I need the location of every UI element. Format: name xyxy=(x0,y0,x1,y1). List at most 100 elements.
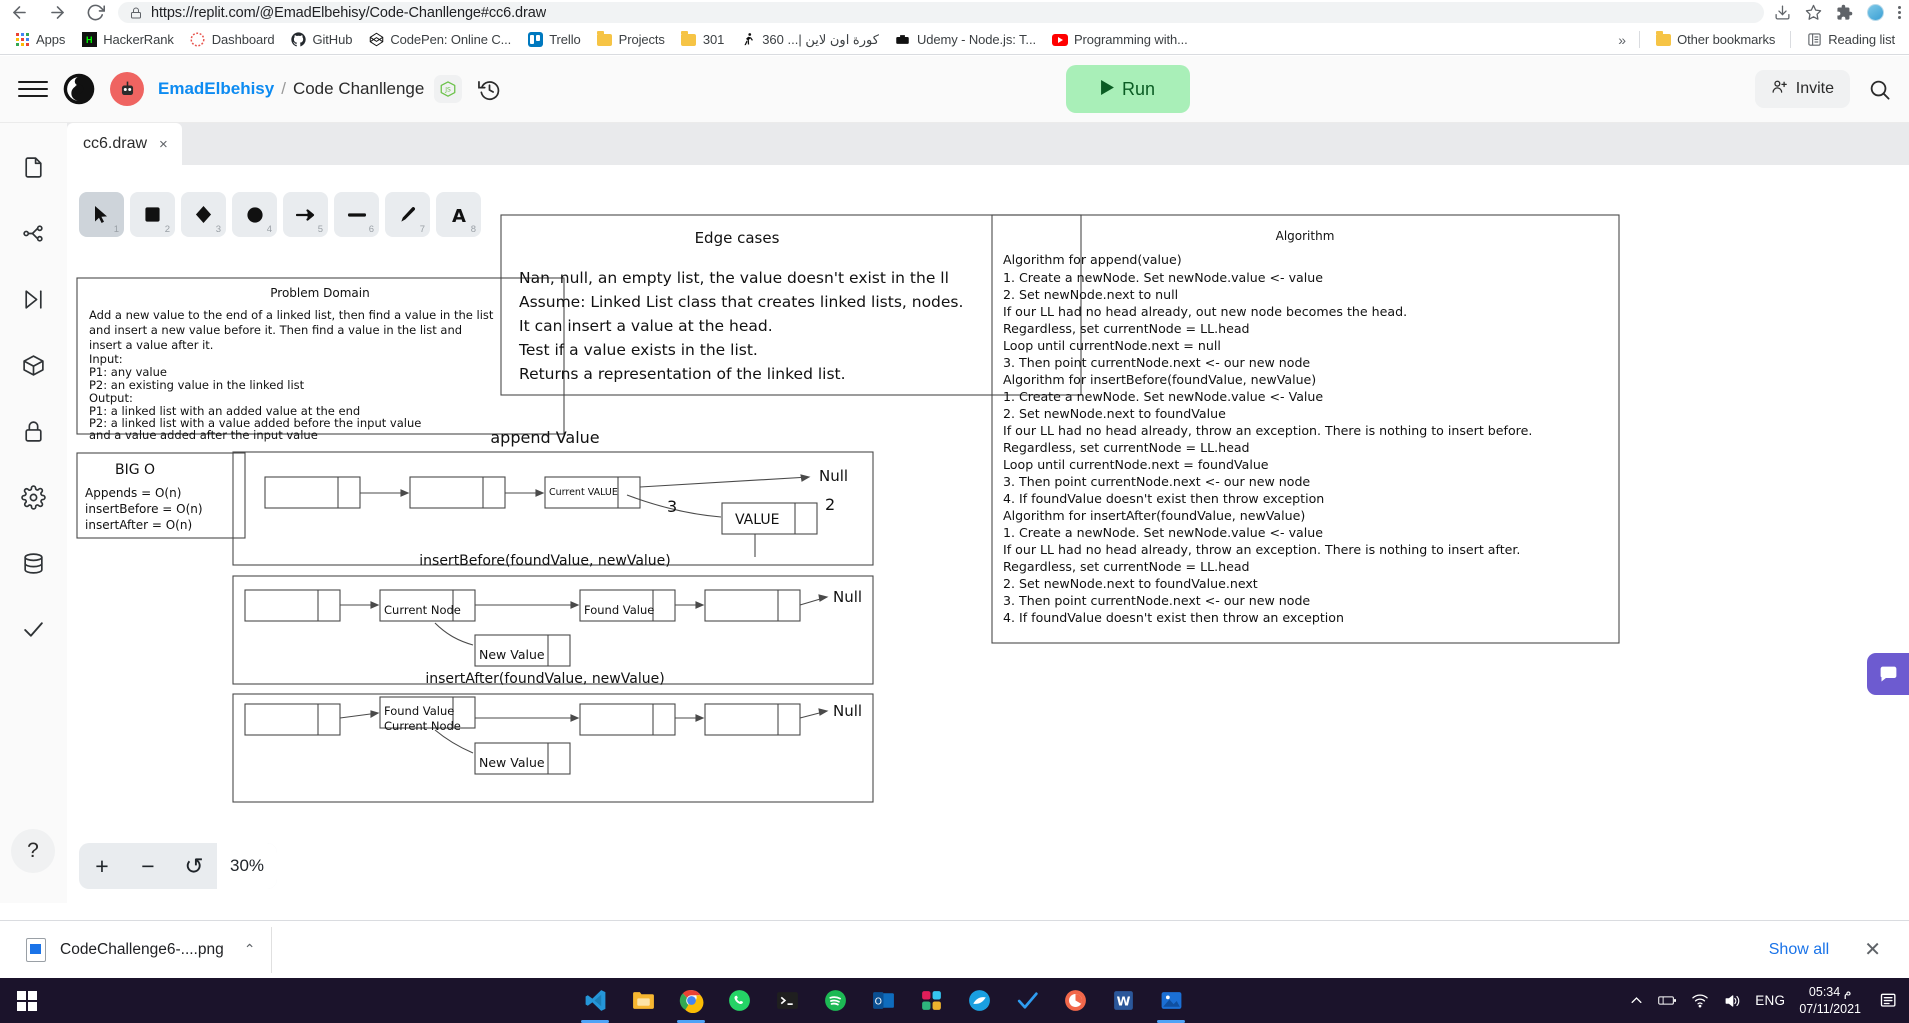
download-item[interactable]: CodeChallenge6-....png ⌃ xyxy=(16,926,273,973)
bookmark-label: كورة اون لاين |... 360 xyxy=(762,31,879,47)
github-icon xyxy=(290,32,306,48)
sidebar-item-checks[interactable] xyxy=(12,607,56,651)
install-icon[interactable] xyxy=(1774,4,1791,21)
replit-logo-icon[interactable] xyxy=(62,72,96,106)
sidebar-item-secrets[interactable] xyxy=(12,409,56,453)
close-icon[interactable]: × xyxy=(159,136,168,153)
algorithm-line: 3. Then point currentNode.next <- our ne… xyxy=(1003,355,1310,370)
taskbar-item-file-explorer[interactable] xyxy=(622,978,664,1023)
sidebar-item-files[interactable] xyxy=(12,145,56,189)
zoom-in-button[interactable]: + xyxy=(79,843,125,889)
problem-domain-line: Input: xyxy=(89,352,123,366)
run-button[interactable]: Run xyxy=(1066,65,1191,113)
algorithm-line: 3. Then point currentNode.next <- our ne… xyxy=(1003,474,1310,489)
search-icon[interactable] xyxy=(1868,78,1891,101)
show-all-button[interactable]: Show all xyxy=(1754,931,1844,969)
taskbar-item-outlook[interactable]: O xyxy=(862,978,904,1023)
breadcrumb-user[interactable]: EmadElbehisy xyxy=(158,79,274,99)
bookmark-hackerrank[interactable]: H HackerRank xyxy=(73,29,182,51)
problem-domain-line: Output: xyxy=(89,391,133,405)
problem-domain-line: and a value added after the input value xyxy=(89,428,318,442)
bookmark-kora360[interactable]: كورة اون لاين |... 360 xyxy=(732,29,887,51)
bookmark-programming-with[interactable]: Programming with... xyxy=(1044,29,1196,51)
bookmark-apps[interactable]: Apps xyxy=(6,29,73,51)
windows-start-icon[interactable] xyxy=(0,978,54,1023)
bookmark-github[interactable]: GitHub xyxy=(282,29,360,51)
algorithm-line: 3. Then point currentNode.next <- our ne… xyxy=(1003,593,1310,608)
sidebar-item-version-control[interactable] xyxy=(12,211,56,255)
bookmark-udemy[interactable]: Udemy - Node.js: T... xyxy=(887,29,1044,51)
bookmark-star-icon[interactable] xyxy=(1805,4,1822,21)
big-o-line: insertAfter = O(n) xyxy=(85,518,192,532)
hamburger-menu-icon[interactable] xyxy=(18,81,48,97)
address-bar[interactable]: https://replit.com/@EmadElbehisy/Code-Ch… xyxy=(118,2,1764,23)
sidebar-item-settings[interactable] xyxy=(12,475,56,519)
algorithm-line: 1. Create a newNode. Set newNode.value <… xyxy=(1003,525,1323,540)
other-bookmarks-label: Other bookmarks xyxy=(1677,32,1776,47)
algorithm-line: 2. Set newNode.next to null xyxy=(1003,287,1178,302)
taskbar-item-vscode[interactable] xyxy=(574,978,616,1023)
reading-list-icon xyxy=(1806,32,1822,48)
notification-icon[interactable] xyxy=(1875,991,1899,1011)
edge-cases-line: Nan, null, an empty list, the value does… xyxy=(519,269,949,287)
close-download-bar-icon[interactable]: ✕ xyxy=(1864,937,1893,962)
edge-cases-line: Returns a representation of the linked l… xyxy=(519,365,846,383)
taskbar-item-word[interactable]: W xyxy=(1102,978,1144,1023)
breadcrumb-project[interactable]: Code Chanllenge xyxy=(293,79,424,99)
reading-list-button[interactable]: Reading list xyxy=(1798,29,1903,51)
chevron-up-icon[interactable]: ⌃ xyxy=(244,941,256,958)
profile-avatar[interactable] xyxy=(1867,4,1884,21)
show-hidden-icons[interactable] xyxy=(1629,993,1644,1008)
taskbar-item-chrome[interactable] xyxy=(670,978,712,1023)
clock[interactable]: 05:34 م 07/11/2021 xyxy=(1799,984,1861,1018)
other-bookmarks-button[interactable]: Other bookmarks xyxy=(1647,29,1783,51)
tab-bar: cc6.draw × xyxy=(67,123,1909,165)
diagram-label: New Value xyxy=(479,647,545,662)
help-button[interactable]: ? xyxy=(11,829,55,873)
dashboard-icon xyxy=(190,32,206,48)
taskbar-item-terminal[interactable] xyxy=(766,978,808,1023)
extensions-puzzle-icon[interactable] xyxy=(1836,4,1853,21)
reload-button[interactable] xyxy=(76,0,114,25)
bookmark-projects[interactable]: Projects xyxy=(589,29,673,51)
bookmark-codepen[interactable]: CodePen: Online C... xyxy=(360,29,519,51)
screen: https://replit.com/@EmadElbehisy/Code-Ch… xyxy=(0,0,1909,1023)
diagram-label: New Value xyxy=(479,755,545,770)
tab-cc6-draw[interactable]: cc6.draw × xyxy=(67,123,182,165)
taskbar-apps: O W xyxy=(574,978,1192,1023)
taskbar-item-spotify[interactable] xyxy=(814,978,856,1023)
bookmark-301[interactable]: 301 xyxy=(673,29,732,51)
taskbar-item-todoist[interactable] xyxy=(1006,978,1048,1023)
sidebar-item-database[interactable] xyxy=(12,541,56,585)
sidebar-item-packages[interactable] xyxy=(12,343,56,387)
zoom-out-button[interactable]: − xyxy=(125,843,171,889)
back-button[interactable] xyxy=(0,0,38,25)
zoom-reset-button[interactable]: ↺ xyxy=(171,843,217,889)
taskbar-item-slack[interactable] xyxy=(910,978,952,1023)
chat-bubble-icon[interactable] xyxy=(1867,653,1909,695)
taskbar-item-photos[interactable] xyxy=(1150,978,1192,1023)
bookmark-dashboard[interactable]: Dashboard xyxy=(182,29,283,51)
bookmark-trello[interactable]: Trello xyxy=(519,29,588,51)
zoom-level-value: 30% xyxy=(217,843,277,889)
run-button-wrap: Run xyxy=(501,65,1754,113)
taskbar-item-postman[interactable] xyxy=(958,978,1000,1023)
three-dot-menu-icon[interactable] xyxy=(1898,6,1901,19)
taskbar-item-browser[interactable] xyxy=(1054,978,1096,1023)
taskbar-item-whatsapp[interactable] xyxy=(718,978,760,1023)
whiteboard-canvas[interactable]: 1 2 3 4 5 6 7 A 8 Problem Domain Add a n… xyxy=(67,165,1909,903)
history-icon[interactable] xyxy=(478,78,501,101)
language-indicator[interactable]: ENG xyxy=(1755,993,1785,1008)
problem-domain-line: and insert a new value before it. Then f… xyxy=(89,323,462,337)
volume-icon[interactable] xyxy=(1723,993,1741,1009)
invite-button[interactable]: Invite xyxy=(1754,70,1850,108)
user-avatar[interactable] xyxy=(110,72,144,106)
wifi-icon[interactable] xyxy=(1691,993,1709,1008)
battery-icon[interactable] xyxy=(1658,993,1677,1008)
bookmarks-overflow-button[interactable]: » xyxy=(1612,32,1632,48)
sidebar-item-debugger[interactable] xyxy=(12,277,56,321)
algorithm-line: Regardless, set currentNode = LL.head xyxy=(1003,321,1250,336)
problem-domain-line: Add a new value to the end of a linked l… xyxy=(89,308,494,322)
diagram-label: Null xyxy=(833,702,862,720)
forward-button[interactable] xyxy=(38,0,76,25)
